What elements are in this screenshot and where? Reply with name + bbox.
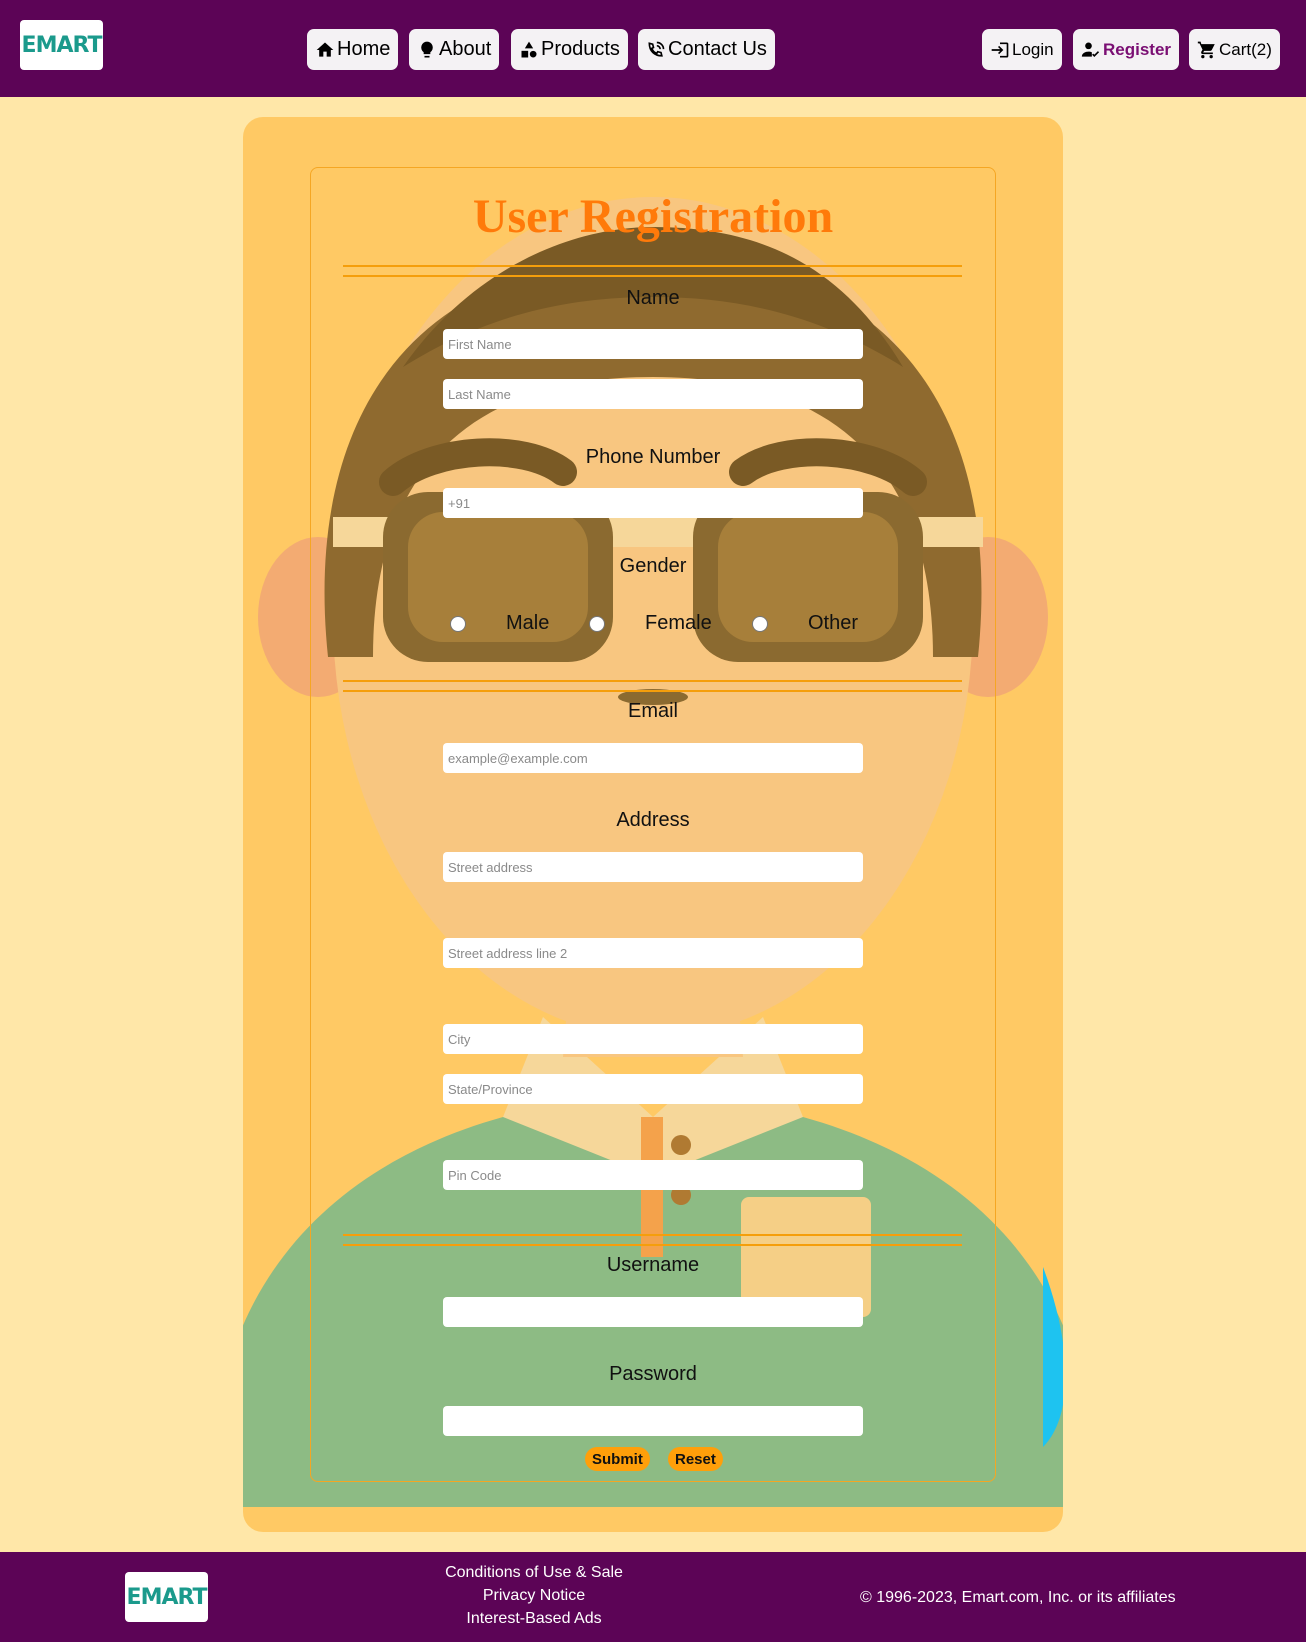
- last-name-input[interactable]: [443, 379, 863, 409]
- nav-about-label: About: [439, 38, 492, 60]
- login-icon: [991, 42, 1009, 57]
- phone-label: Phone Number: [585, 446, 721, 468]
- gender-option-male: Male: [506, 612, 550, 634]
- site-footer: EMART Conditions of Use & Sale Privacy N…: [0, 1552, 1306, 1642]
- shapes-icon: [521, 41, 537, 57]
- gender-radio-male[interactable]: [450, 616, 466, 632]
- nav-products-button[interactable]: Products: [511, 29, 628, 70]
- login-label: Login: [1012, 39, 1054, 59]
- gender-radio-other[interactable]: [752, 616, 768, 632]
- site-header: EMART Home About Products Contact Us Log…: [0, 0, 1306, 97]
- logo-text: EMART: [21, 32, 103, 58]
- nav-home-label: Home: [337, 38, 391, 60]
- submit-button[interactable]: Submit: [585, 1447, 650, 1471]
- divider: [343, 690, 962, 692]
- logo[interactable]: EMART: [20, 20, 103, 70]
- divider: [343, 1244, 962, 1246]
- form-title: User Registration: [472, 190, 834, 243]
- cart-icon: [1197, 41, 1215, 58]
- register-button[interactable]: Register: [1073, 29, 1180, 70]
- username-input[interactable]: [443, 1297, 863, 1327]
- footer-logo-text: EMART: [126, 1584, 208, 1610]
- nav-products-label: Products: [541, 38, 620, 60]
- user-check-icon: [1081, 42, 1100, 57]
- pin-code-input[interactable]: [443, 1160, 863, 1190]
- phone-input[interactable]: [443, 488, 863, 518]
- gender-radio-female[interactable]: [589, 616, 605, 632]
- footer-link-privacy[interactable]: Privacy Notice: [400, 1587, 668, 1605]
- reset-button[interactable]: Reset: [668, 1447, 723, 1471]
- copyright-text: © 1996-2023, Emart.com, Inc. or its affi…: [860, 1589, 1176, 1606]
- cart-label: Cart(2): [1219, 39, 1272, 59]
- footer-logo[interactable]: EMART: [125, 1572, 208, 1622]
- street-address-2-input[interactable]: [443, 938, 863, 968]
- register-label: Register: [1103, 39, 1172, 59]
- divider: [343, 680, 962, 682]
- divider: [343, 275, 962, 277]
- street-address-input[interactable]: [443, 852, 863, 882]
- login-button[interactable]: Login: [982, 29, 1062, 70]
- gender-option-other: Other: [808, 612, 859, 634]
- first-name-input[interactable]: [443, 329, 863, 359]
- city-input[interactable]: [443, 1024, 863, 1054]
- footer-link-ads[interactable]: Interest-Based Ads: [400, 1610, 668, 1628]
- state-input[interactable]: [443, 1074, 863, 1104]
- address-label: Address: [616, 809, 690, 831]
- nav-contact-button[interactable]: Contact Us: [638, 29, 775, 70]
- divider: [343, 265, 962, 267]
- footer-link-conditions[interactable]: Conditions of Use & Sale: [400, 1564, 668, 1582]
- lightbulb-icon: [421, 41, 433, 57]
- divider: [343, 1234, 962, 1236]
- cart-button[interactable]: Cart(2): [1189, 29, 1280, 70]
- home-icon: [316, 42, 334, 57]
- username-label: Username: [606, 1254, 700, 1276]
- nav-contact-label: Contact Us: [668, 38, 767, 60]
- email-label: Email: [627, 700, 678, 722]
- gender-label: Gender: [619, 555, 687, 577]
- name-label: Name: [626, 287, 680, 309]
- nav-home-button[interactable]: Home: [307, 29, 399, 70]
- phone-call-icon: [648, 41, 665, 57]
- registration-card: User Registration Name Phone Number Gend…: [243, 117, 1063, 1532]
- password-label: Password: [609, 1363, 697, 1385]
- email-input[interactable]: [443, 743, 863, 773]
- nav-about-button[interactable]: About: [409, 29, 500, 70]
- password-input[interactable]: [443, 1406, 863, 1436]
- gender-option-female: Female: [645, 612, 712, 634]
